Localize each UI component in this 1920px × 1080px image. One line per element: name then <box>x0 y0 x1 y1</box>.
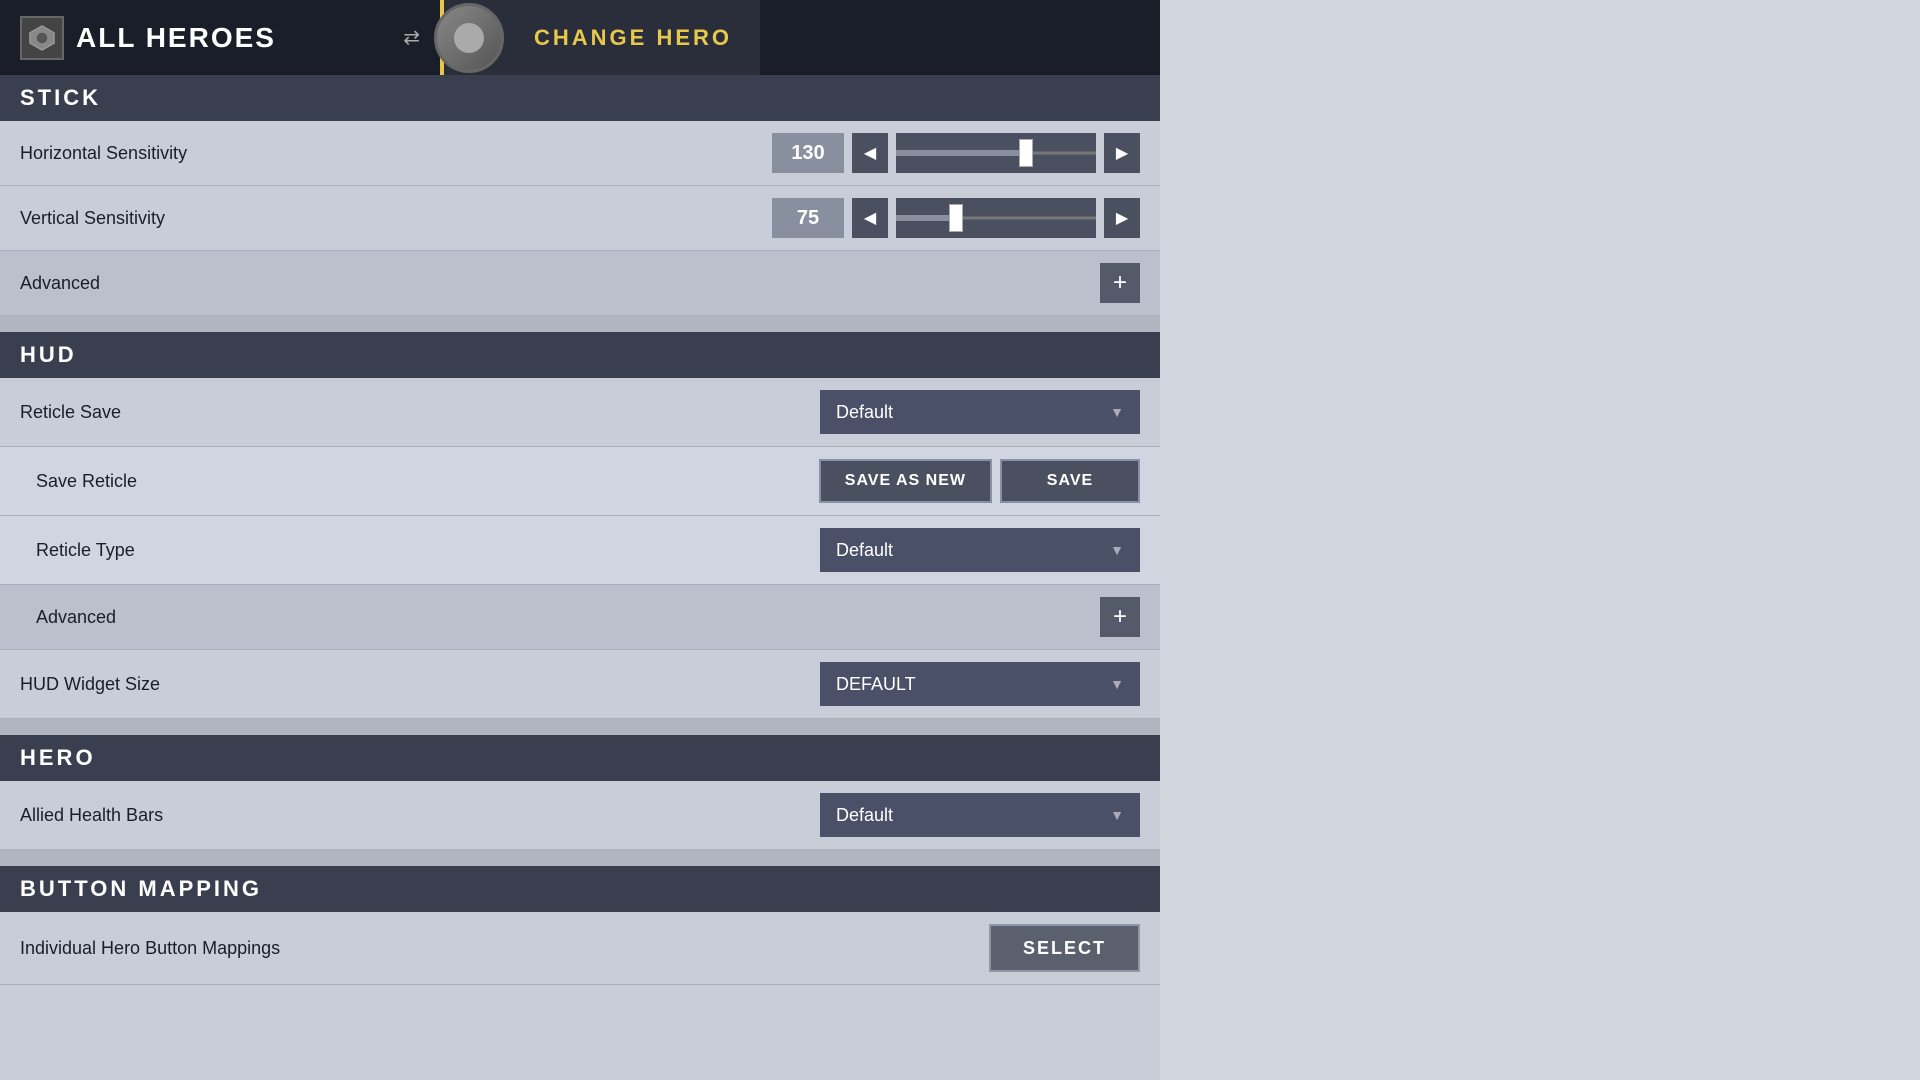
slider-fill-vertical <box>896 215 956 221</box>
all-heroes-section: ALL HEROES ⇄ <box>0 16 440 60</box>
vertical-sensitivity-row: Vertical Sensitivity 75 ◀ ▶ <box>0 186 1160 251</box>
button-mapping-section-header: BUTTON MAPPING <box>0 866 1160 912</box>
hero-label: HERO <box>20 745 96 771</box>
slider-thumb-vertical[interactable] <box>949 204 963 232</box>
allied-health-bars-label: Allied Health Bars <box>20 805 820 826</box>
allied-health-bars-dropdown[interactable]: Default ▼ <box>820 793 1140 837</box>
content-area: STICK Horizontal Sensitivity 130 ◀ ▶ <box>0 75 1160 1080</box>
horizontal-sensitivity-row: Horizontal Sensitivity 130 ◀ ▶ <box>0 121 1160 186</box>
hud-advanced-label: Advanced <box>36 607 1100 628</box>
save-button[interactable]: SAVE <box>1000 459 1140 503</box>
main-panel: ALL HEROES ⇄ CHANGE HERO STICK Horizonta… <box>0 0 1160 1080</box>
horizontal-sensitivity-value: 130 <box>772 133 844 173</box>
hero-settings: Allied Health Bars Default ▼ <box>0 781 1160 850</box>
hud-widget-size-value: DEFAULT <box>836 674 916 695</box>
slider-fill-horizontal <box>896 150 1026 156</box>
reticle-type-value: Default <box>836 540 893 561</box>
stick-advanced-expand[interactable]: + <box>1100 263 1140 303</box>
all-heroes-label: ALL HEROES <box>76 22 276 54</box>
reticle-save-arrow: ▼ <box>1110 404 1124 420</box>
change-hero-avatar <box>434 3 504 73</box>
gap-3 <box>0 850 1160 866</box>
hud-label: HUD <box>20 342 77 368</box>
change-hero-button[interactable]: CHANGE HERO <box>440 0 760 75</box>
stick-settings: Horizontal Sensitivity 130 ◀ ▶ Vertical … <box>0 121 1160 316</box>
vertical-sensitivity-label: Vertical Sensitivity <box>20 208 772 229</box>
horizontal-sensitivity-increase[interactable]: ▶ <box>1104 133 1140 173</box>
reticle-save-dropdown[interactable]: Default ▼ <box>820 390 1140 434</box>
button-mapping-settings: Individual Hero Button Mappings SELECT <box>0 912 1160 985</box>
stick-advanced-label: Advanced <box>20 273 1100 294</box>
hero-icon-svg <box>28 24 56 52</box>
change-hero-label: CHANGE HERO <box>534 25 732 51</box>
allied-health-bars-arrow: ▼ <box>1110 807 1124 823</box>
horizontal-sensitivity-slider[interactable] <box>896 133 1096 173</box>
select-button[interactable]: SELECT <box>989 924 1140 972</box>
button-mapping-label: BUTTON MAPPING <box>20 876 262 902</box>
vertical-sensitivity-increase[interactable]: ▶ <box>1104 198 1140 238</box>
save-reticle-label: Save Reticle <box>36 471 819 492</box>
hud-advanced-expand[interactable]: + <box>1100 597 1140 637</box>
reticle-type-dropdown[interactable]: Default ▼ <box>820 528 1140 572</box>
reticle-save-row: Reticle Save Default ▼ <box>0 378 1160 447</box>
horizontal-sensitivity-decrease[interactable]: ◀ <box>852 133 888 173</box>
hero-section-header: HERO <box>0 735 1160 781</box>
individual-hero-row: Individual Hero Button Mappings SELECT <box>0 912 1160 985</box>
hud-widget-size-arrow: ▼ <box>1110 676 1124 692</box>
hud-settings: Reticle Save Default ▼ Save Reticle SAVE… <box>0 378 1160 719</box>
hero-icon <box>20 16 64 60</box>
slider-thumb-horizontal[interactable] <box>1019 139 1033 167</box>
reticle-save-value: Default <box>836 402 893 423</box>
gap-1 <box>0 316 1160 332</box>
reticle-save-label: Reticle Save <box>20 402 820 423</box>
reticle-type-row: Reticle Type Default ▼ <box>0 516 1160 585</box>
gap-2 <box>0 719 1160 735</box>
reticle-type-label: Reticle Type <box>36 540 820 561</box>
horizontal-sensitivity-control: 130 ◀ ▶ <box>772 133 1140 173</box>
side-panel <box>1160 0 1920 1080</box>
stick-section-header: STICK <box>0 75 1160 121</box>
save-as-new-button[interactable]: SAVE AS NEW <box>819 459 992 503</box>
hud-widget-size-row: HUD Widget Size DEFAULT ▼ <box>0 650 1160 719</box>
header: ALL HEROES ⇄ CHANGE HERO <box>0 0 1160 75</box>
vertical-sensitivity-value: 75 <box>772 198 844 238</box>
vertical-sensitivity-decrease[interactable]: ◀ <box>852 198 888 238</box>
hud-widget-size-label: HUD Widget Size <box>20 674 820 695</box>
hud-advanced-row: Advanced + <box>0 585 1160 650</box>
allied-health-bars-row: Allied Health Bars Default ▼ <box>0 781 1160 850</box>
allied-health-bars-value: Default <box>836 805 893 826</box>
hud-widget-size-dropdown[interactable]: DEFAULT ▼ <box>820 662 1140 706</box>
vertical-sensitivity-control: 75 ◀ ▶ <box>772 198 1140 238</box>
stick-label: STICK <box>20 85 101 111</box>
swap-icon[interactable]: ⇄ <box>403 25 420 50</box>
save-reticle-row: Save Reticle SAVE AS NEW SAVE <box>0 447 1160 516</box>
vertical-sensitivity-slider[interactable] <box>896 198 1096 238</box>
stick-advanced-row: Advanced + <box>0 251 1160 316</box>
reticle-type-arrow: ▼ <box>1110 542 1124 558</box>
hud-section-header: HUD <box>0 332 1160 378</box>
horizontal-sensitivity-label: Horizontal Sensitivity <box>20 143 772 164</box>
save-reticle-buttons: SAVE AS NEW SAVE <box>819 459 1140 503</box>
individual-hero-label: Individual Hero Button Mappings <box>20 938 989 959</box>
